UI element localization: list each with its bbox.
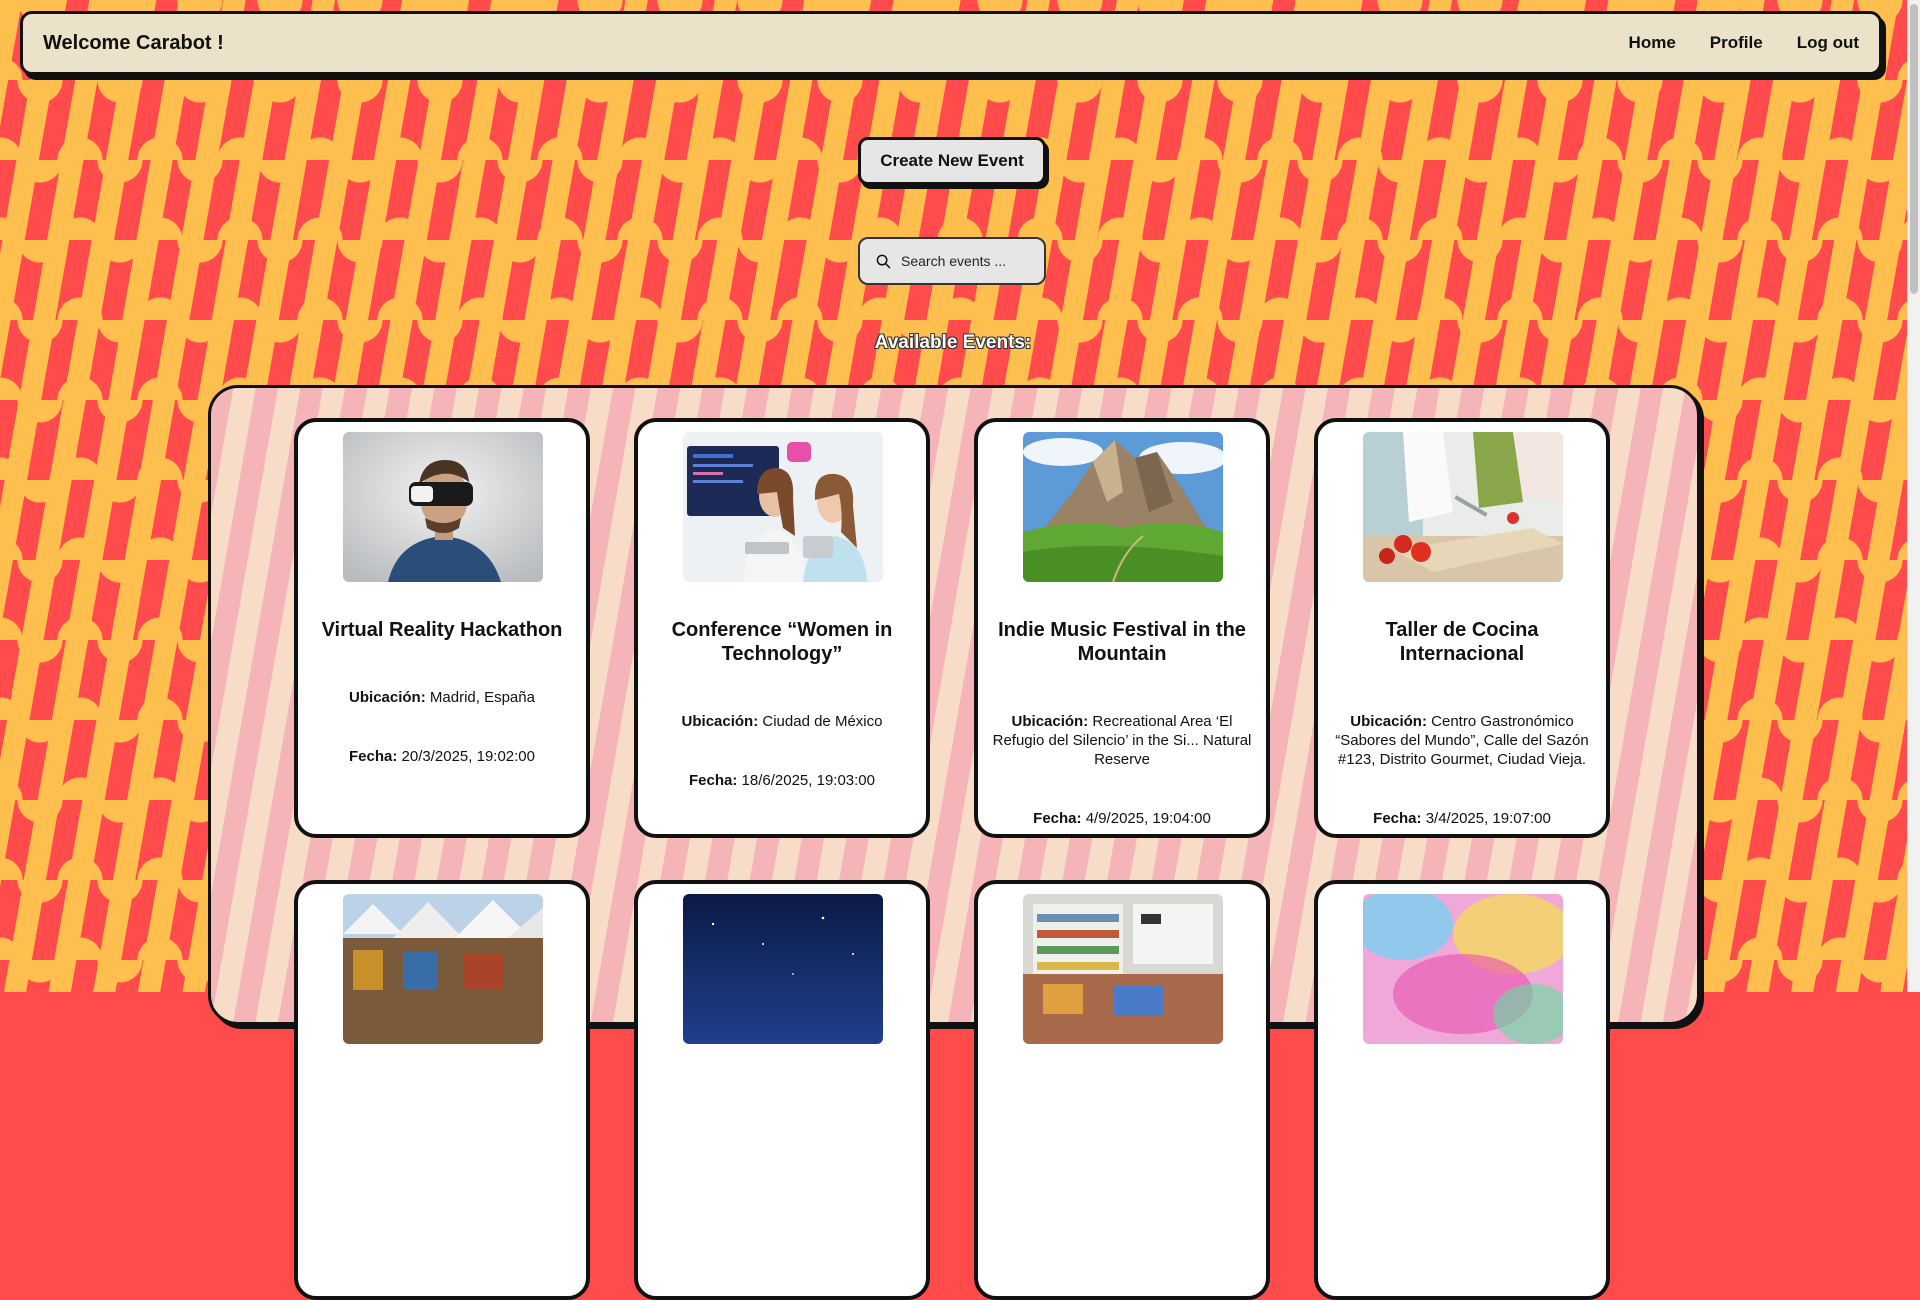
event-image-bookstore bbox=[1023, 894, 1223, 1044]
date-label: Fecha: bbox=[689, 772, 738, 789]
event-title: Virtual Reality Hackathon bbox=[321, 619, 563, 641]
event-location: Ubicación: Recreational Area ‘El Refugio… bbox=[988, 712, 1256, 769]
scrollbar-thumb[interactable] bbox=[1910, 4, 1918, 294]
event-location: Ubicación: Ciudad de México bbox=[648, 712, 916, 731]
date-value: 3/4/2025, 19:07:00 bbox=[1425, 810, 1551, 827]
event-title: Taller de Cocina Internacional bbox=[1385, 619, 1539, 665]
nav-profile-link[interactable]: Profile bbox=[1710, 33, 1763, 53]
location-value: Ciudad de México bbox=[762, 713, 883, 730]
location-label: Ubicación: bbox=[1350, 713, 1427, 730]
nav-home-link[interactable]: Home bbox=[1629, 33, 1676, 53]
event-card[interactable]: Taller de Cocina Internacional Ubicación… bbox=[1314, 418, 1610, 838]
event-date: Fecha: 3/4/2025, 19:07:00 bbox=[1328, 809, 1596, 828]
event-title: Conference “Women in Technology” bbox=[671, 619, 893, 665]
event-card[interactable]: Indie Music Festival in the Mountain Ubi… bbox=[974, 418, 1270, 838]
event-card[interactable] bbox=[1314, 880, 1610, 1300]
event-card[interactable] bbox=[974, 880, 1270, 1300]
date-value: 20/3/2025, 19:02:00 bbox=[401, 748, 535, 765]
event-card[interactable] bbox=[634, 880, 930, 1300]
nav-logout-link[interactable]: Log out bbox=[1797, 33, 1859, 53]
create-event-button[interactable]: Create New Event bbox=[858, 137, 1046, 185]
event-date: Fecha: 20/3/2025, 19:02:00 bbox=[308, 747, 576, 766]
event-location: Ubicación: Centro Gastronómico “Sabores … bbox=[1328, 712, 1596, 769]
event-image-market bbox=[343, 894, 543, 1044]
event-image-mountain bbox=[1023, 432, 1223, 582]
date-label: Fecha: bbox=[349, 748, 398, 765]
location-label: Ubicación: bbox=[349, 689, 426, 706]
nav-links: Home Profile Log out bbox=[1629, 33, 1859, 53]
location-label: Ubicación: bbox=[1011, 713, 1089, 730]
event-image-vr-headset bbox=[343, 432, 543, 582]
event-image-women-tech bbox=[683, 432, 883, 582]
event-date: Fecha: 18/6/2025, 19:03:00 bbox=[648, 771, 916, 790]
search-input[interactable] bbox=[899, 252, 1033, 270]
search-field[interactable] bbox=[858, 237, 1046, 285]
location-label: Ubicación: bbox=[681, 713, 759, 730]
date-value: 4/9/2025, 19:04:00 bbox=[1085, 810, 1211, 827]
event-location: Ubicación: Madrid, España bbox=[308, 688, 576, 707]
event-card[interactable]: Conference “Women in Technology” Ubicaci… bbox=[634, 418, 930, 838]
page-scrollbar[interactable] bbox=[1907, 0, 1920, 992]
date-label: Fecha: bbox=[1033, 810, 1082, 827]
event-image-color-festival bbox=[1363, 894, 1563, 1044]
event-card[interactable]: Virtual Reality Hackathon Ubicación: Mad… bbox=[294, 418, 590, 838]
event-image-night-sky bbox=[683, 894, 883, 1044]
date-label: Fecha: bbox=[1373, 810, 1422, 827]
event-card[interactable] bbox=[294, 880, 590, 1300]
date-value: 18/6/2025, 19:03:00 bbox=[741, 772, 875, 789]
welcome-message: Welcome Carabot ! bbox=[43, 31, 224, 54]
event-date: Fecha: 4/9/2025, 19:04:00 bbox=[988, 809, 1256, 828]
available-events-heading: Available Events: bbox=[874, 332, 1032, 353]
search-icon bbox=[876, 254, 891, 269]
event-title: Indie Music Festival in the Mountain bbox=[998, 619, 1246, 665]
event-image-cooking bbox=[1363, 432, 1563, 582]
top-navbar: Welcome Carabot ! Home Profile Log out bbox=[20, 11, 1882, 75]
location-value: Madrid, España bbox=[429, 689, 535, 706]
